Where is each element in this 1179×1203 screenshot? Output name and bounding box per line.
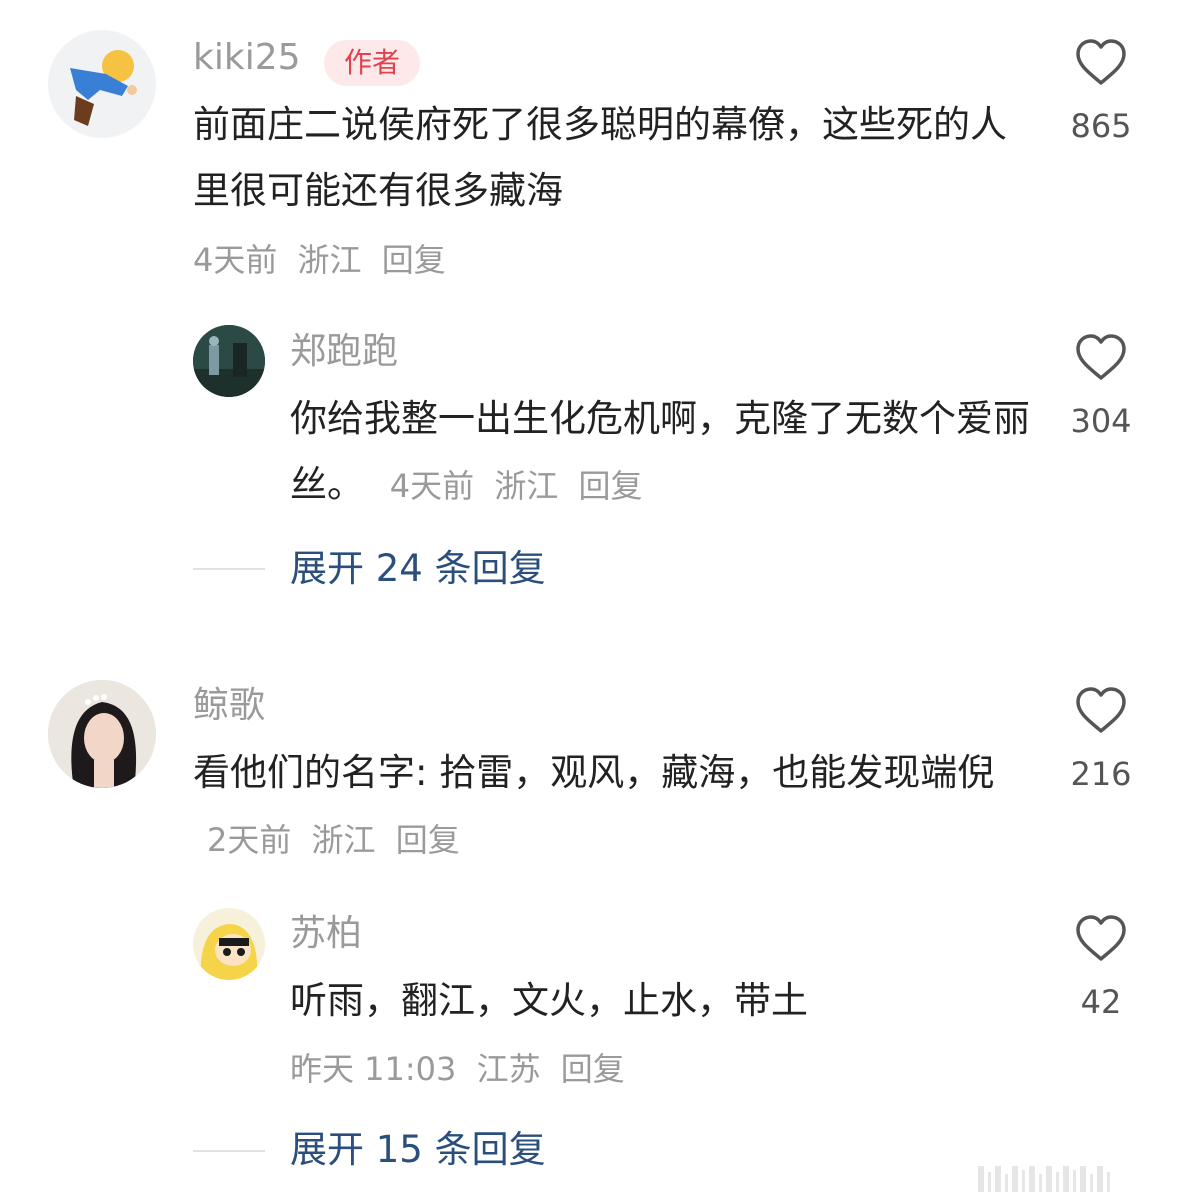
avatar[interactable] xyxy=(48,680,156,788)
reply-button[interactable]: 回复 xyxy=(382,241,446,279)
expand-replies-button[interactable]: 展开 24 条回复 xyxy=(290,550,546,587)
reply-text[interactable]: 听雨，翻江，文火，止水，带土 xyxy=(290,968,1030,1034)
like-button[interactable]: 865 xyxy=(1061,38,1141,142)
heart-outline-icon[interactable] xyxy=(1074,333,1128,381)
like-count: 216 xyxy=(1070,755,1132,793)
comment-text[interactable]: 前面庄二说侯府死了很多聪明的幕僚，这些死的人里很可能还有很多藏海 xyxy=(193,92,1013,224)
reply-time: 4天前 xyxy=(389,467,475,505)
reply-time: 昨天 11:03 xyxy=(290,1050,457,1088)
reply-meta: 4天前 浙江 回复 xyxy=(390,467,653,505)
like-count: 304 xyxy=(1070,402,1132,440)
comment-meta: 2天前 浙江 回复 xyxy=(207,821,470,859)
comment-text[interactable]: 看他们的名字: 拾雷，观风，藏海，也能发现端倪 2天前 浙江 回复 xyxy=(193,740,1013,873)
reply-meta: 昨天 11:03 江苏 回复 xyxy=(290,1053,635,1085)
comment-meta: 4天前 浙江 回复 xyxy=(193,244,456,276)
watermark xyxy=(978,1162,1168,1192)
comment-time: 4天前 xyxy=(193,241,278,279)
reply-button[interactable]: 回复 xyxy=(579,467,643,505)
reply-text[interactable]: 你给我整一出生化危机啊，克隆了无数个爱丽丝。 4天前 浙江 回复 xyxy=(290,386,1030,519)
avatar[interactable] xyxy=(193,325,265,397)
author-badge: 作者 xyxy=(324,40,421,86)
comment-author[interactable]: 鲸歌 xyxy=(193,688,265,724)
like-button[interactable]: 304 xyxy=(1061,333,1141,437)
reply-button[interactable]: 回复 xyxy=(396,821,460,859)
comment-location: 浙江 xyxy=(311,821,376,859)
expand-replies-button[interactable]: 展开 15 条回复 xyxy=(290,1131,546,1168)
comment-location: 浙江 xyxy=(297,241,362,279)
reply-button[interactable]: 回复 xyxy=(561,1050,625,1088)
heart-outline-icon[interactable] xyxy=(1074,38,1128,86)
reply-location: 浙江 xyxy=(494,467,559,505)
comment-time: 2天前 xyxy=(207,821,292,859)
expand-divider xyxy=(193,568,265,570)
reply-location: 江苏 xyxy=(476,1050,541,1088)
like-button[interactable]: 216 xyxy=(1061,686,1141,790)
reply-author[interactable]: 苏柏 xyxy=(290,916,362,952)
like-count: 42 xyxy=(1080,983,1122,1021)
heart-outline-icon[interactable] xyxy=(1074,686,1128,734)
like-count: 865 xyxy=(1070,107,1132,145)
heart-outline-icon[interactable] xyxy=(1074,914,1128,962)
comment-author[interactable]: kiki25 xyxy=(193,40,301,76)
avatar[interactable] xyxy=(48,30,156,138)
comment-content: 看他们的名字: 拾雷，观风，藏海，也能发现端倪 xyxy=(193,751,995,794)
like-button[interactable]: 42 xyxy=(1061,914,1141,1018)
reply-author[interactable]: 郑跑跑 xyxy=(290,334,398,370)
avatar[interactable] xyxy=(193,908,265,980)
expand-divider xyxy=(193,1150,265,1152)
